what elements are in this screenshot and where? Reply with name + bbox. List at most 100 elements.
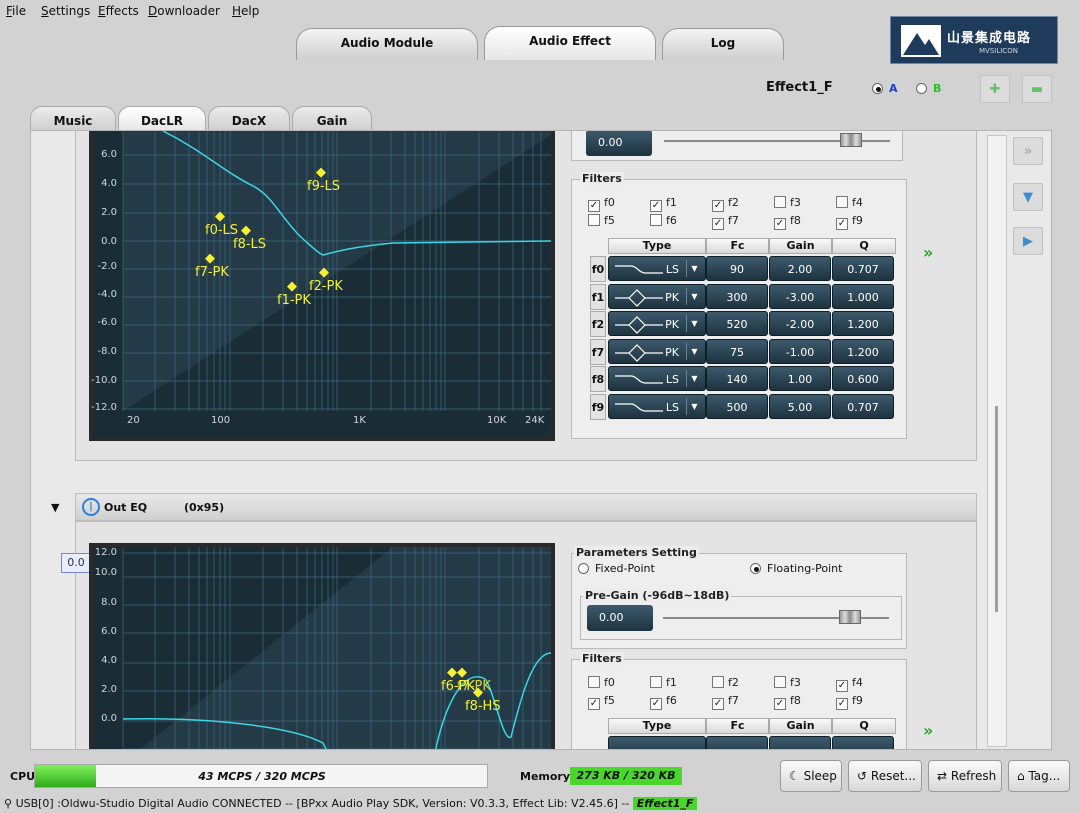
filter-type-select[interactable]: PK ▼ (608, 338, 706, 364)
filter-fc-cell[interactable]: 75 (706, 338, 768, 364)
type-cell[interactable] (608, 736, 706, 749)
out-filters-label: Filters (580, 652, 624, 665)
filter-checkbox-f7[interactable]: ✓ f7 (712, 694, 739, 710)
filter-gain-cell[interactable]: 1.00 (769, 366, 831, 391)
filter-type-select[interactable]: LS ▼ (608, 393, 706, 419)
filter-checkbox-f6[interactable]: ✓ f6 (650, 694, 677, 710)
refresh-button[interactable]: ⇄ Refresh (928, 760, 1002, 792)
filter-checkbox-f4[interactable]: f4 (836, 196, 863, 209)
collapse-down-button[interactable]: ▼ (1013, 183, 1043, 211)
filter-checkbox-f8[interactable]: ✓ f8 (774, 694, 801, 710)
filter-checkbox-f4[interactable]: ✓ f4 (836, 676, 863, 692)
filter-q-cell[interactable]: 0.600 (832, 366, 894, 391)
subtab-dacx[interactable]: DacX (208, 106, 290, 132)
filter-marker-dot[interactable]: ◆ (215, 209, 225, 224)
fixed-point-radio[interactable]: Fixed-Point (578, 562, 655, 575)
radio-b[interactable]: B (916, 82, 941, 95)
filter-checkbox-f2[interactable]: ✓ f2 (712, 196, 739, 212)
filter-gain-cell[interactable]: -3.00 (769, 283, 831, 309)
filter-type-select[interactable]: PK ▼ (608, 311, 706, 336)
out-eq-collapse-icon[interactable]: ▼ (51, 501, 59, 514)
filter-marker-dot[interactable]: ◆ (205, 251, 215, 266)
radio-a[interactable]: A (872, 82, 898, 95)
filter-q-cell[interactable]: 0.707 (832, 393, 894, 419)
filter-type-select[interactable]: PK ▼ (608, 283, 706, 309)
tab-log[interactable]: Log (662, 28, 784, 60)
filter-marker-dot[interactable]: ◆ (241, 223, 251, 238)
filter-checkbox-f9[interactable]: ✓ f9 (836, 214, 863, 230)
filter-type-select[interactable]: LS ▼ (608, 256, 706, 281)
filter-checkbox-f7[interactable]: ✓ f7 (712, 214, 739, 230)
filter-checkbox-f8[interactable]: ✓ f8 (774, 214, 801, 230)
filter-marker-dot[interactable]: ◆ (319, 265, 329, 280)
filter-checkbox-f2[interactable]: f2 (712, 676, 739, 689)
remove-effect-button[interactable]: ▬ (1022, 75, 1052, 103)
menu-help[interactable]: Help (232, 4, 259, 18)
filter-fc-cell[interactable]: 90 (706, 256, 768, 281)
params-label: Parameters Setting (574, 546, 699, 559)
filter-gain-cell[interactable]: -2.00 (769, 311, 831, 336)
filter-marker-dot[interactable]: ◆ (473, 685, 483, 700)
filter-q-cell[interactable]: 1.200 (832, 311, 894, 336)
filter-type-select[interactable]: LS ▼ (608, 366, 706, 391)
menu-settings[interactable]: Settings (41, 4, 90, 18)
upper-expand-arrows-icon[interactable]: » (923, 243, 933, 262)
gain-cell[interactable] (769, 736, 831, 749)
upper-pregain-slider-thumb[interactable] (840, 133, 862, 147)
filter-marker-dot[interactable]: ◆◆ (447, 665, 467, 680)
menu-downloader[interactable]: Downloader (148, 4, 220, 18)
subtab-music[interactable]: Music (30, 106, 116, 132)
checkbox-icon (712, 676, 724, 688)
add-effect-button[interactable]: ✚ (980, 75, 1010, 103)
sleep-button[interactable]: ☾ Sleep (780, 760, 842, 792)
filter-checkbox-f3[interactable]: f3 (774, 676, 801, 689)
expand-right-button[interactable]: » (1013, 137, 1043, 165)
out-filters-group: Filters f0 f1 f2 f3 ✓ f4 ✓ f5 ✓ f6 ✓ f7 ✓ f8 ✓ f9 Type … (571, 652, 907, 749)
checkbox-icon: ✓ (836, 698, 848, 710)
subtab-gain[interactable]: Gain (292, 106, 372, 132)
filter-marker-dot[interactable]: ◆ (287, 279, 297, 294)
filter-marker-dot[interactable]: ◆ (316, 165, 326, 180)
filter-q-cell[interactable]: 0.707 (832, 256, 894, 281)
reset-button[interactable]: ↺ Reset... (848, 760, 922, 792)
filter-gain-cell[interactable]: -1.00 (769, 338, 831, 364)
out-eq-plot[interactable]: 12.0 10.0 8.0 6.0 4.0 2.0 0.0 ◆◆ f6-PK f… (89, 543, 555, 749)
filter-checkbox-f1[interactable]: f1 (650, 676, 677, 689)
filter-checkbox-f1[interactable]: ✓ f1 (650, 196, 677, 212)
floating-point-radio[interactable]: Floating-Point (750, 562, 842, 575)
filter-fc-cell[interactable]: 140 (706, 366, 768, 391)
filter-checkbox-f3[interactable]: f3 (774, 196, 801, 209)
subtab-daclr[interactable]: DacLR (118, 106, 206, 132)
filter-q-cell[interactable]: 1.200 (832, 338, 894, 364)
filter-checkbox-f5[interactable]: ✓ f5 (588, 694, 615, 710)
next-button[interactable]: ▶ (1013, 227, 1043, 255)
filter-q-cell[interactable]: 1.000 (832, 283, 894, 309)
menu-file[interactable]: File (6, 4, 26, 18)
upper-pregain-value[interactable]: 0.00 (586, 131, 652, 156)
tab-audio-effect[interactable]: Audio Effect (484, 26, 656, 60)
vertical-scrollbar[interactable] (987, 135, 1007, 747)
filter-fc-cell[interactable]: 300 (706, 283, 768, 309)
power-icon[interactable]: | (82, 498, 100, 516)
filter-checkbox-f0[interactable]: f0 (588, 676, 615, 689)
filter-checkbox-f0[interactable]: ✓ f0 (588, 196, 615, 212)
filter-gain-cell[interactable]: 2.00 (769, 256, 831, 281)
filter-checkbox-f6[interactable]: f6 (650, 214, 677, 227)
fc-cell[interactable] (706, 736, 768, 749)
tab-audio-module[interactable]: Audio Module (296, 28, 478, 60)
q-cell[interactable] (832, 736, 894, 749)
filter-gain-cell[interactable]: 5.00 (769, 393, 831, 419)
pregain-value[interactable]: 0.00 (587, 605, 653, 631)
scrollbar-thumb[interactable] (995, 406, 998, 612)
menu-effects[interactable]: Effects (98, 4, 139, 18)
col-fc: Fc (706, 238, 769, 254)
filter-checkbox-f5[interactable]: f5 (588, 214, 615, 227)
pregain-slider-thumb[interactable] (839, 610, 861, 624)
filter-fc-cell[interactable]: 500 (706, 393, 768, 419)
filter-checkbox-label: f4 (852, 196, 863, 209)
upper-eq-plot[interactable]: 6.0 4.0 2.0 0.0 -2.0 -4.0 -6.0 -8.0 -10.… (89, 131, 555, 441)
filter-fc-cell[interactable]: 520 (706, 311, 768, 336)
tag-button[interactable]: ⌂ Tag... (1008, 760, 1070, 792)
filter-checkbox-f9[interactable]: ✓ f9 (836, 694, 863, 710)
lower-expand-arrows-icon[interactable]: » (923, 721, 933, 740)
